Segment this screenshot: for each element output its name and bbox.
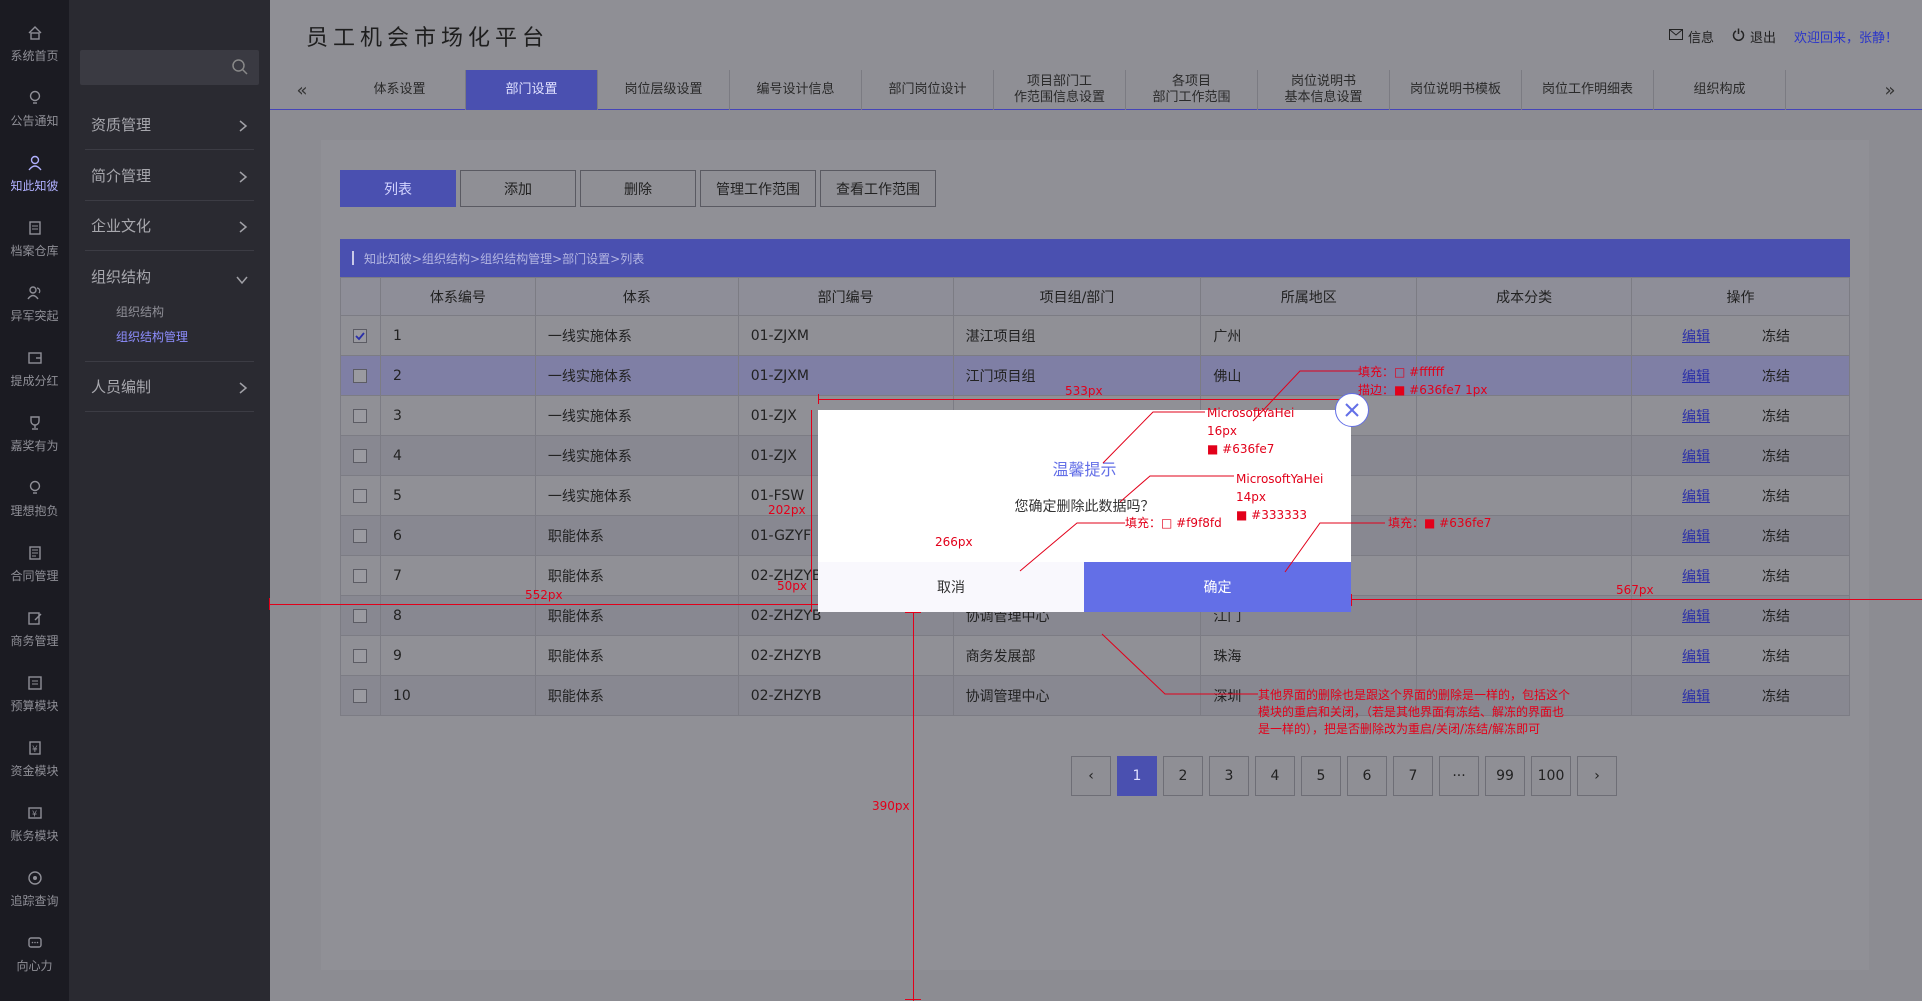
annotation-title-font: MicrosoftYaHei: [1207, 406, 1295, 420]
annotation-msg-color: ■ #333333: [1236, 508, 1308, 522]
annotation-dim-552: 552px: [525, 588, 563, 602]
annotation-msg-size: 14px: [1236, 490, 1266, 504]
annotation-note-line1: 其他界面的删除也是跟这个界面的删除是一样的，包括这个: [1258, 688, 1571, 702]
annotation-ok-fill: 填充：■ #636fe7: [1388, 516, 1492, 530]
annotation-dim-50: 50px: [777, 579, 807, 593]
annotation-msg-font: MicrosoftYaHei: [1236, 472, 1324, 486]
annotation-leaders: [1019, 370, 1385, 695]
annotation-title-size: 16px: [1207, 424, 1237, 438]
annotation-dim-266: 266px: [935, 535, 973, 549]
annotation-title-color: ■ #636fe7: [1207, 442, 1275, 456]
annotation-dim-533: 533px: [1065, 384, 1103, 398]
annotation-close-fill: 填充：□ #ffffff: [1358, 365, 1445, 379]
annotation-dim-390: 390px: [872, 799, 910, 813]
annotation-dim-202: 202px: [768, 503, 806, 517]
annotation-note-line3: 是一样的），把是否删除改为重启/关闭/冻结/解冻即可: [1258, 722, 1541, 736]
annotation-dim-567: 567px: [1616, 583, 1654, 597]
app-root: 系统首页 公告通知 知此知彼 档案仓库 异军突起 提成分红 嘉奖有为 理想抱负 合同管理 商务管理…: [0, 0, 1922, 1001]
annotation-close-stroke: 描边：■ #636fe7 1px: [1358, 383, 1488, 397]
annotation-cancel-fill: 填充：□ #f9f8fd: [1125, 516, 1222, 530]
annotation-note-line2: 模块的重启和关闭，（若是其他界面有冻结、解冻的界面也: [1258, 705, 1565, 719]
